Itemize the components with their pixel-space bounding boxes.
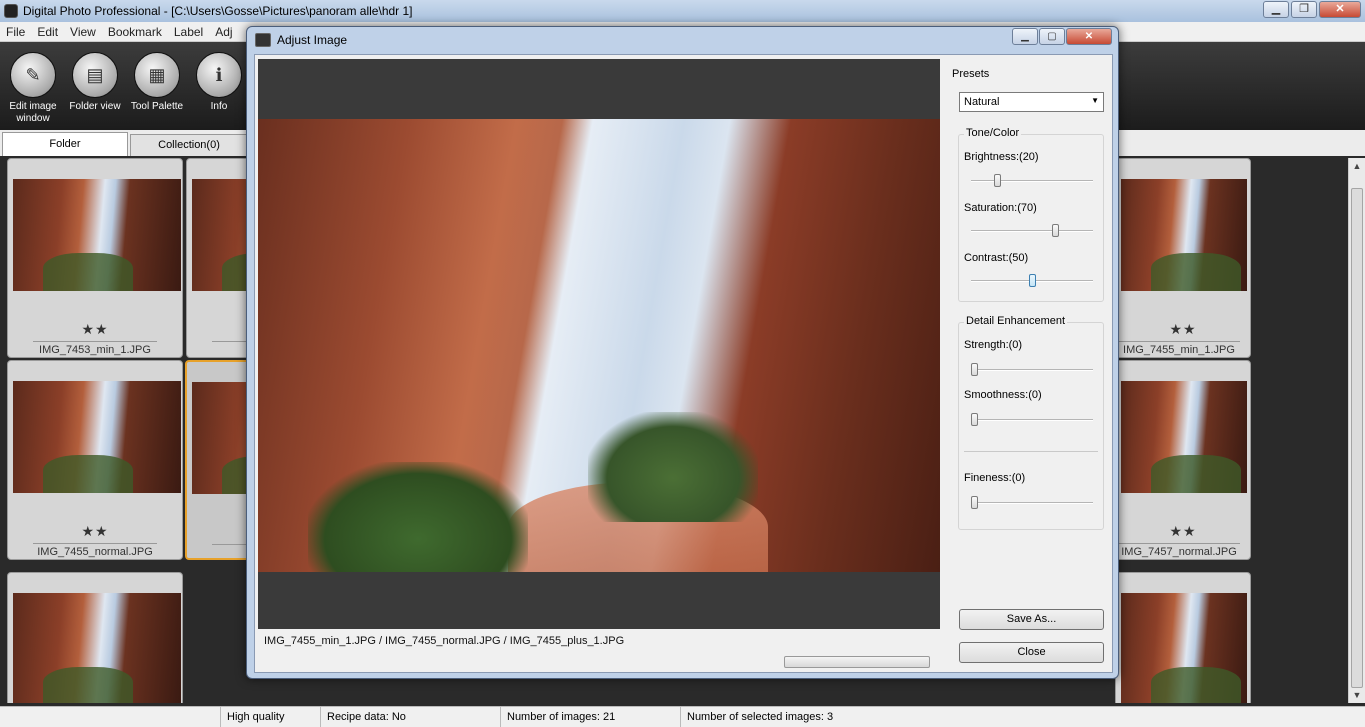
- thumbnail-image: [1121, 381, 1247, 493]
- thumbnail-image: [1121, 593, 1247, 703]
- fineness-label: Fineness:(0): [964, 472, 1026, 484]
- info-icon: ℹ: [196, 52, 242, 98]
- close-button[interactable]: Close: [959, 642, 1104, 663]
- saturation-label: Saturation:(70): [964, 202, 1037, 214]
- adjust-panel: Presets Natural ▼ Tone/Color Brightness:…: [948, 55, 1111, 674]
- scroll-up-icon[interactable]: ▲: [1349, 158, 1365, 174]
- camera-app-icon: [4, 4, 18, 18]
- status-quality: High quality: [220, 707, 320, 727]
- tab-folder[interactable]: Folder: [2, 132, 128, 156]
- divider: [964, 451, 1098, 452]
- menu-bookmark[interactable]: Bookmark: [102, 25, 168, 39]
- slider-knob[interactable]: [1029, 274, 1036, 287]
- dialog-close-button[interactable]: ✕: [1066, 28, 1112, 45]
- thumbnail-image: [1121, 179, 1247, 291]
- strength-label: Strength:(0): [964, 339, 1023, 351]
- rating-stars: ★★: [81, 321, 109, 337]
- adjust-image-dialog: Adjust Image ▁ ▢ ✕ IMG_7455_min_1.JPG / …: [246, 26, 1119, 679]
- menu-view[interactable]: View: [64, 25, 102, 39]
- thumbnail-filename: IMG_7455_normal.JPG: [33, 543, 157, 558]
- thumbnail-image: [13, 593, 181, 703]
- app-titlebar: Digital Photo Professional - [C:\Users\G…: [0, 0, 1365, 22]
- presets-label: Presets: [952, 68, 990, 80]
- fineness-slider[interactable]: [971, 496, 1093, 509]
- tone-color-label: Tone/Color: [964, 127, 1022, 139]
- edit-image-window-button[interactable]: ✎ Edit image window: [4, 42, 62, 130]
- brightness-slider[interactable]: [971, 174, 1093, 187]
- thumbnail-item[interactable]: ★★ IMG_7455_min_1.JPG: [1115, 158, 1251, 358]
- thumbnail-image: [13, 179, 181, 291]
- save-as-button[interactable]: Save As...: [959, 609, 1104, 630]
- tool-palette-icon: ▦: [134, 52, 180, 98]
- preview-filenames: IMG_7455_min_1.JPG / IMG_7455_normal.JPG…: [264, 635, 625, 647]
- slider-knob[interactable]: [971, 413, 978, 426]
- dialog-titlebar: Adjust Image ▁ ▢ ✕: [247, 27, 1118, 53]
- menu-adjustment[interactable]: Adj: [209, 25, 238, 39]
- menu-edit[interactable]: Edit: [31, 25, 64, 39]
- dialog-title: Adjust Image: [277, 33, 348, 47]
- saturation-slider[interactable]: [971, 224, 1093, 237]
- smoothness-label: Smoothness:(0): [964, 389, 1042, 401]
- menu-label[interactable]: Label: [168, 25, 209, 39]
- thumbnail-item[interactable]: ★★ IMG_7453_min_1.JPG: [7, 158, 183, 358]
- camera-icon: [255, 33, 271, 47]
- tone-color-group: Tone/Color Brightness:(20) Saturation:(7…: [958, 127, 1104, 302]
- dialog-maximize-button[interactable]: ▢: [1039, 28, 1065, 45]
- info-button[interactable]: ℹ Info: [190, 42, 248, 130]
- dialog-minimize-button[interactable]: ▁: [1012, 28, 1038, 45]
- contrast-slider[interactable]: [971, 274, 1093, 287]
- thumbnail-filename: IMG_7457_normal.JPG: [1118, 543, 1240, 558]
- status-selected-count: Number of selected images: 3: [680, 707, 950, 727]
- detail-enhancement-group: Detail Enhancement Strength:(0) Smoothne…: [958, 315, 1104, 530]
- maximize-button[interactable]: ❐: [1291, 1, 1317, 18]
- brightness-label: Brightness:(20): [964, 151, 1039, 163]
- strength-slider[interactable]: [971, 363, 1093, 376]
- scroll-down-icon[interactable]: ▼: [1349, 687, 1365, 703]
- edit-image-icon: ✎: [10, 52, 56, 98]
- thumbnail-filename: IMG_7455_min_1.JPG: [1118, 341, 1240, 356]
- smoothness-slider[interactable]: [971, 413, 1093, 426]
- slider-knob[interactable]: [971, 496, 978, 509]
- grid-scrollbar[interactable]: ▲ ▼: [1348, 158, 1365, 703]
- thumbnail-image: [13, 381, 181, 493]
- status-image-count: Number of images: 21: [500, 707, 680, 727]
- status-recipe: Recipe data: No: [320, 707, 500, 727]
- menu-file[interactable]: File: [0, 25, 31, 39]
- folder-view-icon: ▤: [72, 52, 118, 98]
- slider-knob[interactable]: [971, 363, 978, 376]
- tab-collection[interactable]: Collection(0): [130, 134, 248, 156]
- thumbnail-filename: IMG_7453_min_1.JPG: [33, 341, 157, 356]
- thumbnail-item[interactable]: [1115, 572, 1251, 703]
- minimize-button[interactable]: ▁: [1263, 1, 1289, 18]
- thumbnail-item[interactable]: ★★ IMG_7455_normal.JPG: [7, 360, 183, 560]
- image-preview-area: [258, 59, 940, 629]
- rating-stars: ★★: [81, 523, 109, 539]
- contrast-label: Contrast:(50): [964, 252, 1029, 264]
- folder-view-button[interactable]: ▤ Folder view: [66, 42, 124, 130]
- progress-bar: [784, 656, 930, 668]
- thumbnail-item[interactable]: ★★ IMG_7457_normal.JPG: [1115, 360, 1251, 560]
- window-title: Digital Photo Professional - [C:\Users\G…: [23, 4, 413, 18]
- tool-palette-button[interactable]: ▦ Tool Palette: [128, 42, 186, 130]
- slider-knob[interactable]: [1052, 224, 1059, 237]
- rating-stars: ★★: [1169, 523, 1197, 539]
- status-bar: High quality Recipe data: No Number of i…: [0, 706, 1365, 727]
- slider-knob[interactable]: [994, 174, 1001, 187]
- detail-enhancement-label: Detail Enhancement: [964, 315, 1068, 327]
- rating-stars: ★★: [1169, 321, 1197, 337]
- scroll-thumb[interactable]: [1351, 188, 1363, 688]
- close-window-button[interactable]: ✕: [1319, 1, 1361, 18]
- preview-photo: [258, 119, 940, 572]
- presets-dropdown[interactable]: Natural ▼: [959, 92, 1104, 112]
- chevron-down-icon: ▼: [1091, 96, 1099, 105]
- thumbnail-item[interactable]: [7, 572, 183, 703]
- dialog-body: IMG_7455_min_1.JPG / IMG_7455_normal.JPG…: [254, 54, 1113, 673]
